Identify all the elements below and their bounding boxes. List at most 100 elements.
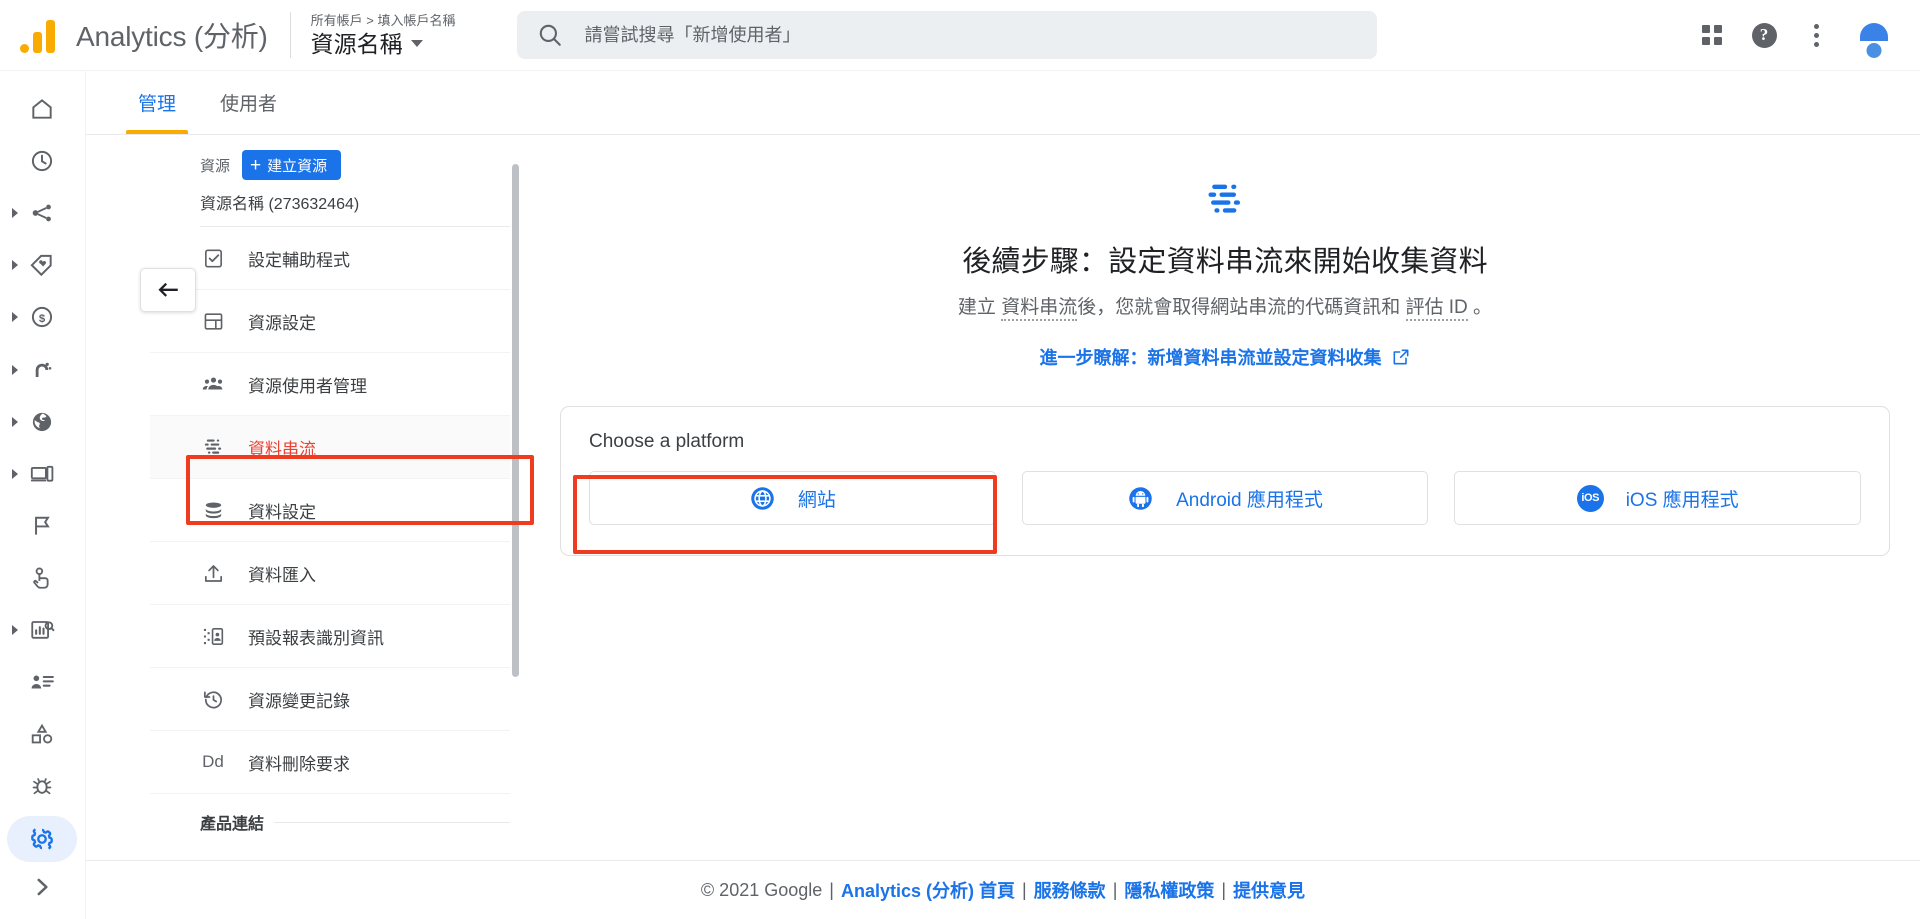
tech-devices-icon	[30, 465, 54, 482]
page-footer: © 2021 Google | Analytics (分析) 首頁 | 服務條款…	[86, 860, 1920, 919]
ios-icon: iOS	[1576, 484, 1604, 512]
platform-button-label: 網站	[797, 489, 836, 511]
chevron-right-icon	[37, 878, 48, 896]
property-section-label: 資源	[200, 157, 231, 175]
shapes-events-icon	[31, 724, 53, 744]
subtitle-term-measurement-id[interactable]: 評估 ID	[1405, 297, 1468, 321]
admin-tabs: 管理 使用者	[86, 71, 1920, 135]
menu-section-label: 產品連結	[200, 816, 265, 833]
explore-chart-search-icon	[31, 621, 55, 639]
tab-admin[interactable]: 管理	[116, 70, 198, 134]
menu-item-data-streams[interactable]: 資料串流	[150, 416, 510, 479]
flag-icon	[35, 516, 50, 535]
account-breadcrumb: 所有帳戶 > 填入帳戶名稱	[310, 12, 456, 28]
menu-section-product-links: 產品連結	[150, 794, 522, 834]
create-property-label: 建立資源	[267, 157, 328, 175]
analytics-logo-icon	[18, 17, 64, 53]
debug-bug-icon	[32, 778, 52, 795]
footer-link-privacy[interactable]: 隱私權政策	[1124, 877, 1214, 903]
menu-item-data-settings[interactable]: 資料設定	[150, 479, 510, 542]
rail-item-flag[interactable]	[0, 500, 85, 552]
rail-item-audience[interactable]	[0, 656, 85, 708]
monetization-dollar-icon: $	[31, 307, 53, 328]
rail-item-home[interactable]	[0, 83, 85, 135]
account-avatar-icon[interactable]	[1850, 11, 1898, 59]
analytics-admin-page: Analytics (分析) 所有帳戶 > 填入帳戶名稱 資源名稱 ?	[0, 0, 1920, 919]
rail-item-realtime[interactable]	[0, 135, 85, 187]
menu-item-property-settings[interactable]: 資源設定	[150, 290, 510, 353]
left-nav-rail: $	[0, 71, 86, 919]
acquisition-share-icon	[32, 204, 51, 222]
rail-item-retention[interactable]	[0, 344, 85, 396]
footer-link-feedback[interactable]: 提供意見	[1233, 877, 1305, 903]
rail-item-advertising[interactable]	[0, 552, 85, 604]
menu-item-label: 資料設定	[248, 502, 316, 522]
data-streams-hero-icon	[1208, 184, 1241, 213]
rail-expand-button[interactable]	[0, 865, 85, 909]
external-link-icon	[1393, 349, 1408, 365]
subtitle-part: 。	[1467, 297, 1493, 318]
rail-item-monetization[interactable]: $	[0, 291, 85, 343]
rail-item-engagement[interactable]	[0, 239, 85, 291]
platform-button-web[interactable]: 網站	[589, 471, 996, 525]
page-title: 後續步驟：設定資料串流來開始收集資料	[962, 246, 1488, 278]
footer-link-terms[interactable]: 服務條款	[1034, 877, 1106, 903]
property-menu-scrollbar[interactable]	[512, 164, 519, 677]
learn-more-label: 進一步瞭解：新增資料串流並設定資料收集	[1039, 348, 1382, 368]
svg-text:$: $	[39, 313, 46, 325]
search-bar[interactable]	[516, 11, 1377, 59]
menu-item-label: 設定輔助程式	[248, 250, 350, 270]
settings-gear-icon	[31, 828, 53, 850]
rail-item-events-shapes[interactable]	[0, 708, 85, 760]
brand-title: Analytics (分析)	[76, 21, 268, 52]
android-icon	[1129, 486, 1152, 510]
retention-magnet-icon	[35, 362, 52, 377]
rail-item-demographics[interactable]	[0, 396, 85, 448]
property-settings-icon	[200, 310, 226, 333]
menu-item-reporting-identity[interactable]: 預設報表識別資訊	[150, 605, 510, 668]
platform-button-ios[interactable]: iOS iOS 應用程式	[1454, 471, 1862, 525]
rail-item-debug[interactable]	[0, 760, 85, 812]
menu-item-data-deletion-requests[interactable]: Dd 資料刪除要求	[150, 731, 510, 794]
property-id-label: 資源名稱 (273632464)	[200, 196, 360, 213]
footer-link-analytics-home[interactable]: Analytics (分析) 首頁	[841, 877, 1015, 903]
chevron-down-icon[interactable]	[410, 40, 423, 47]
tag-icon	[30, 255, 52, 277]
realtime-clock-icon	[31, 151, 53, 172]
kebab-menu-icon[interactable]	[1792, 11, 1840, 59]
rail-item-acquisition[interactable]	[0, 187, 85, 239]
menu-item-data-import[interactable]: 資料匯入	[150, 542, 510, 605]
data-import-icon	[200, 562, 226, 585]
top-bar-actions: ?	[1688, 11, 1920, 59]
tab-users[interactable]: 使用者	[198, 70, 299, 134]
create-property-button[interactable]: + 建立資源	[242, 150, 342, 180]
help-icon[interactable]: ?	[1740, 11, 1788, 59]
menu-item-setup-assistant[interactable]: 設定輔助程式	[150, 227, 510, 290]
rail-item-admin-settings[interactable]	[0, 813, 85, 865]
collapse-panel-button[interactable]	[140, 268, 196, 312]
choose-platform-card: Choose a platform 網站 Android 應用程式 iOS iO…	[560, 406, 1890, 556]
footer-separator: |	[1112, 879, 1118, 900]
platform-button-android[interactable]: Android 應用程式	[1021, 471, 1429, 525]
data-settings-icon	[200, 499, 226, 522]
account-property-selector[interactable]: 所有帳戶 > 填入帳戶名稱 資源名稱	[311, 12, 456, 59]
subtitle-term-data-stream[interactable]: 資料串流	[1001, 297, 1078, 321]
rail-item-tech[interactable]	[0, 448, 85, 500]
apps-grid-icon[interactable]	[1688, 11, 1736, 59]
menu-item-property-change-history[interactable]: 資源變更記錄	[150, 668, 510, 731]
menu-item-property-user-management[interactable]: 資源使用者管理	[150, 353, 510, 416]
top-bar: Analytics (分析) 所有帳戶 > 填入帳戶名稱 資源名稱 ?	[0, 0, 1920, 71]
footer-copyright: © 2021 Google	[700, 879, 823, 900]
globe-web-icon	[751, 486, 774, 510]
platform-button-row: 網站 Android 應用程式 iOS iOS 應用程式	[589, 471, 1862, 525]
data-streams-icon	[200, 436, 226, 459]
tab-admin-label: 管理	[138, 93, 177, 115]
menu-item-label: 資料匯入	[248, 565, 316, 585]
footer-separator: |	[1221, 879, 1227, 900]
learn-more-link[interactable]: 進一步瞭解：新增資料串流並設定資料收集	[530, 344, 1920, 370]
search-input[interactable]	[584, 24, 1357, 46]
page-subtitle: 建立 資料串流後，您就會取得網站串流的代碼資訊和 評估 ID 。	[530, 294, 1920, 322]
rail-item-explore[interactable]	[0, 604, 85, 656]
divider	[274, 821, 510, 823]
footer-separator: |	[829, 879, 834, 900]
